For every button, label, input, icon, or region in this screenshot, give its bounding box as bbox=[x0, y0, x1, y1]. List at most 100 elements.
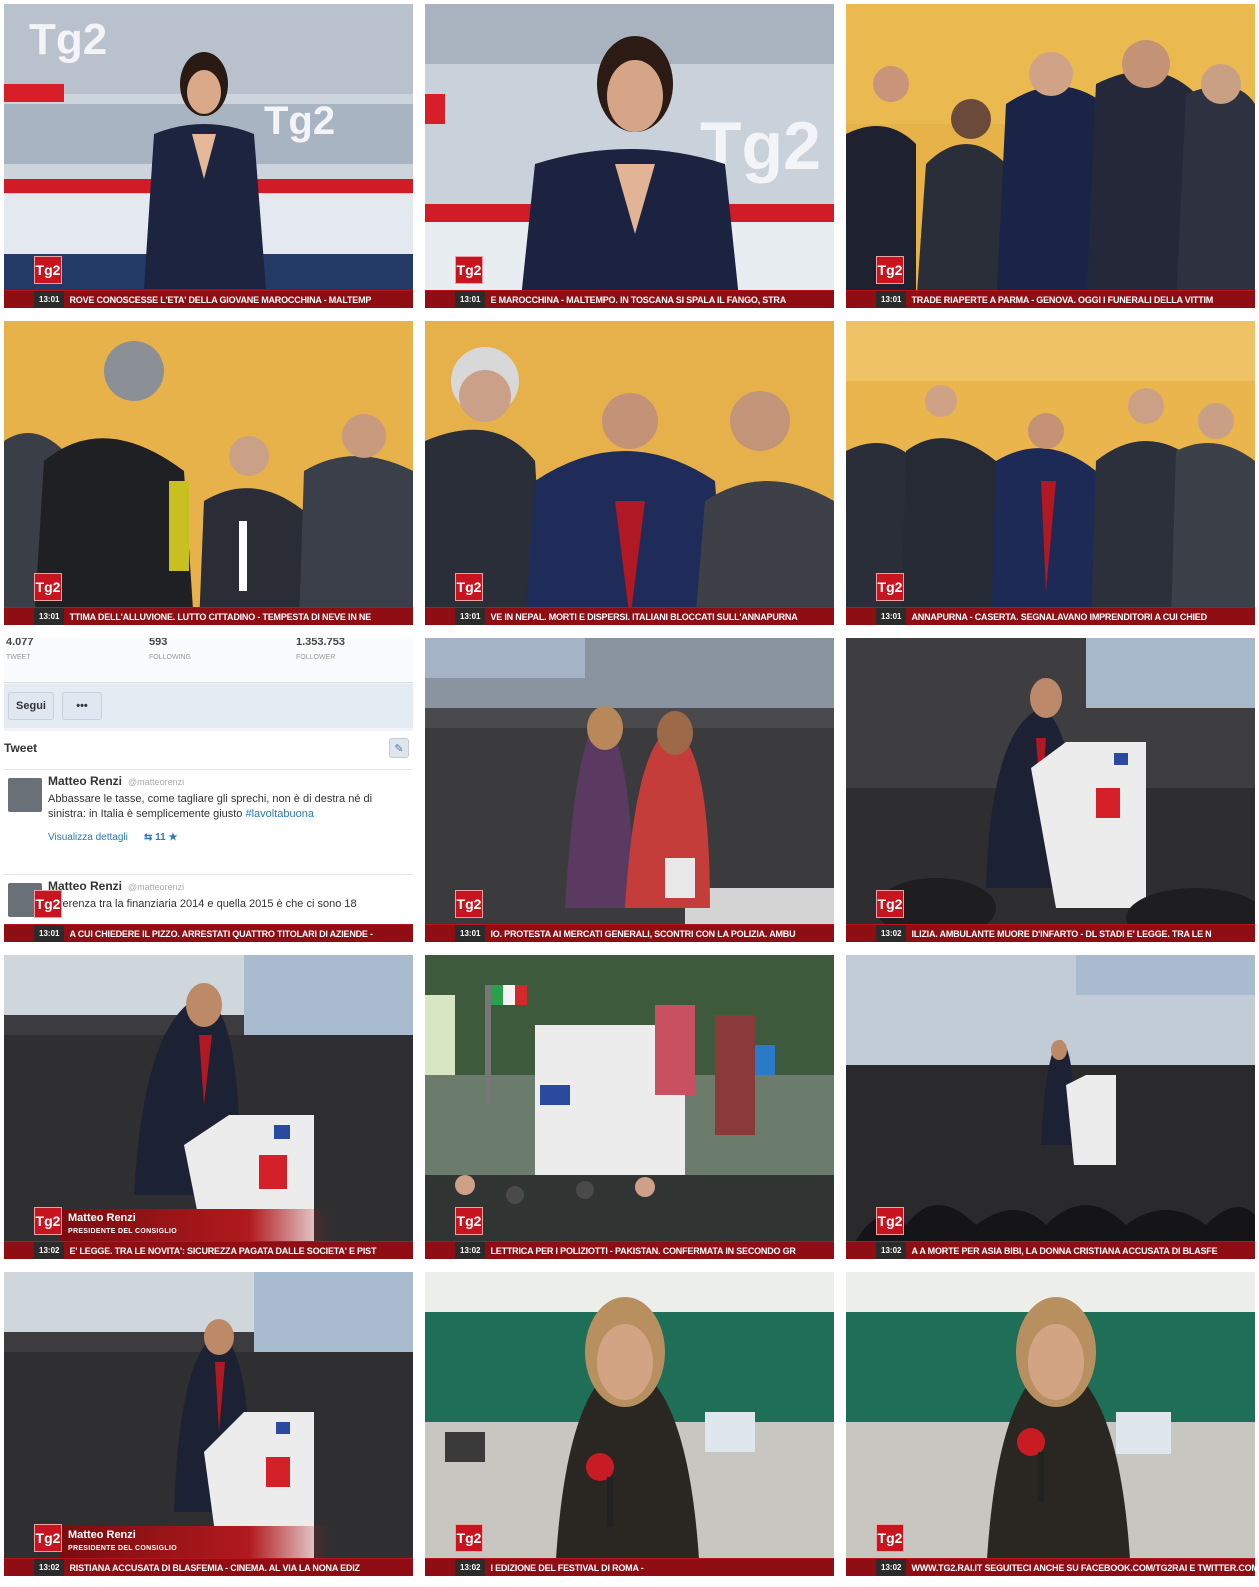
ticker-text: ANNAPURNA - CASERTA. SEGNALAVANO IMPREND… bbox=[911, 611, 1207, 622]
ticker-text: A CUI CHIEDERE IL PIZZO. ARRESTATI QUATT… bbox=[69, 928, 373, 939]
tweet-author: Matteo Renzi bbox=[48, 774, 123, 788]
tg2-logo: Tg2 bbox=[34, 573, 62, 601]
news-ticker: 13:01 E MAROCCHINA - MALTEMPO. IN TOSCAN… bbox=[425, 290, 834, 308]
news-ticker: 13:02 WWW.TG2.RAI.IT SEGUITECI ANCHE SU … bbox=[846, 1558, 1255, 1576]
lower-third: Matteo Renzi PRESIDENTE DEL CONSIGLIO bbox=[60, 1526, 330, 1558]
tg2-logo: Tg2 bbox=[34, 1524, 62, 1552]
profile-stats: 4.077 TWEET 593 FOLLOWING 1.353.753 FOLL… bbox=[4, 638, 413, 683]
tg2-logo: Tg2 bbox=[455, 1524, 483, 1552]
frame-crowd-1: Tg2 13:01 TRADE RIAPERTE A PARMA - GENOV… bbox=[846, 4, 1255, 308]
ticker-text: TTIMA DELL'ALLUVIONE. LUTTO CITTADINO - … bbox=[69, 611, 372, 622]
frame-podium-1: Tg2 13:02 ILIZIA. AMBULANTE MUORE D'INFA… bbox=[846, 638, 1255, 942]
news-ticker: 13:01 TTIMA DELL'ALLUVIONE. LUTTO CITTAD… bbox=[4, 607, 413, 625]
ticker-time: 13:01 bbox=[34, 291, 65, 308]
ticker-time: 13:02 bbox=[876, 925, 907, 942]
tweet-item[interactable]: Matteo Renzi @matteorenzi Abbassare le ta… bbox=[4, 770, 413, 875]
frame-crowd-2: Tg2 13:01 TTIMA DELL'ALLUVIONE. LUTTO CI… bbox=[4, 321, 413, 625]
twitter-profile: 4.077 TWEET 593 FOLLOWING 1.353.753 FOLL… bbox=[4, 638, 413, 942]
news-ticker: 13:01 ROVE CONOSCESSE L'ETA' DELLA GIOVA… bbox=[4, 290, 413, 308]
tg2-logo: Tg2 bbox=[876, 1524, 904, 1552]
tg2-logo: Tg2 bbox=[876, 1207, 904, 1235]
studio-scene: Tg2 Tg2 bbox=[4, 4, 413, 308]
news-ticker: 13:02 A A MORTE PER ASIA BIBI, LA DONNA … bbox=[846, 1241, 1255, 1259]
ticker-time: 13:01 bbox=[34, 608, 65, 625]
ticker-time: 13:01 bbox=[876, 608, 907, 625]
frame-podium-3: Matteo Renzi PRESIDENTE DEL CONSIGLIO Tg… bbox=[4, 1272, 413, 1576]
studio-scene: Tg2 bbox=[425, 4, 834, 308]
tweets-header: Tweet bbox=[4, 731, 413, 770]
tg2-logo: Tg2 bbox=[455, 256, 483, 284]
ticker-text: A A MORTE PER ASIA BIBI, LA DONNA CRISTI… bbox=[911, 1245, 1218, 1256]
news-ticker: 13:01 IO. PROTESTA AI MERCATI GENERALI, … bbox=[425, 924, 834, 942]
news-ticker: 13:02 E' LEGGE. TRA LE NOVITA': SICUREZZ… bbox=[4, 1241, 413, 1259]
stat-followers-label: FOLLOWER bbox=[296, 654, 336, 661]
lower-third-name: Matteo Renzi bbox=[68, 1529, 136, 1541]
news-ticker: 13:02 LETTRICA PER I POLIZIOTTI - PAKIST… bbox=[425, 1241, 834, 1259]
tg2-logo: Tg2 bbox=[34, 890, 62, 918]
ticker-time: 13:01 bbox=[455, 608, 486, 625]
tweet-handle: @matteorenzi bbox=[128, 882, 185, 892]
lower-third-role: PRESIDENTE DEL CONSIGLIO bbox=[68, 1545, 177, 1552]
watermark-1: Tg2 bbox=[29, 15, 107, 64]
frame-crowd-4: Tg2 13:01 ANNAPURNA - CASERTA. SEGNALAVA… bbox=[846, 321, 1255, 625]
ticker-time: 13:02 bbox=[455, 1242, 486, 1259]
news-ticker: 13:02 I EDIZIONE DEL FESTIVAL DI ROMA - bbox=[425, 1558, 834, 1576]
more-button[interactable]: ••• bbox=[62, 692, 102, 720]
tweet-handle: @matteorenzi bbox=[128, 777, 185, 787]
crowd-scene bbox=[846, 321, 1255, 625]
pressroom-scene bbox=[425, 1272, 834, 1576]
ticker-text: VE IN NEPAL. MORTI E DISPERSI. ITALIANI … bbox=[490, 611, 798, 622]
ticker-time: 13:01 bbox=[34, 925, 65, 942]
news-ticker: 13:02 RISTIANA ACCUSATA DI BLASFEMIA - C… bbox=[4, 1558, 413, 1576]
frame-reporter-2: Tg2 13:02 WWW.TG2.RAI.IT SEGUITECI ANCHE… bbox=[846, 1272, 1255, 1576]
ticker-text: ROVE CONOSCESSE L'ETA' DELLA GIOVANE MAR… bbox=[69, 294, 372, 305]
news-ticker: 13:01 VE IN NEPAL. MORTI E DISPERSI. ITA… bbox=[425, 607, 834, 625]
ticker-text: I EDIZIONE DEL FESTIVAL DI ROMA - bbox=[490, 1562, 644, 1573]
tweet-text: Abbassare le tasse, come tagliare gli sp… bbox=[48, 793, 373, 820]
ticker-text: WWW.TG2.RAI.IT SEGUITECI ANCHE SU FACEBO… bbox=[911, 1562, 1255, 1573]
ticker-time: 13:01 bbox=[455, 291, 486, 308]
crowd-scene bbox=[4, 321, 413, 625]
tg2-logo: Tg2 bbox=[455, 1207, 483, 1235]
stat-followers: 1.353.753 bbox=[296, 638, 345, 648]
view-details-link[interactable]: Visualizza dettagli bbox=[48, 832, 128, 843]
podium-scene bbox=[846, 638, 1255, 942]
news-ticker: 13:01 A CUI CHIEDERE IL PIZZO. ARRESTATI… bbox=[4, 924, 413, 942]
retweet-count[interactable]: ⇆ 11 ★ bbox=[144, 832, 177, 843]
frame-exterior: Tg2 13:02 LETTRICA PER I POLIZIOTTI - PA… bbox=[425, 955, 834, 1259]
stat-tweets-label: TWEET bbox=[6, 654, 31, 661]
avatar bbox=[8, 778, 42, 812]
tweet-text: differenza tra la finanziaria 2014 e que… bbox=[48, 898, 357, 910]
ticker-text: RISTIANA ACCUSATA DI BLASFEMIA - CINEMA.… bbox=[69, 1562, 360, 1573]
stat-following-label: FOLLOWING bbox=[149, 654, 192, 661]
pressroom-scene bbox=[846, 1272, 1255, 1576]
ticker-text: IO. PROTESTA AI MERCATI GENERALI, SCONTR… bbox=[490, 928, 796, 939]
frame-reporter-1: Tg2 13:02 I EDIZIONE DEL FESTIVAL DI ROM… bbox=[425, 1272, 834, 1576]
ticker-time: 13:02 bbox=[876, 1242, 907, 1259]
crowd-scene bbox=[846, 4, 1255, 308]
ticker-text: E MAROCCHINA - MALTEMPO. IN TOSCANA SI S… bbox=[490, 294, 787, 305]
frame-conference-1: Tg2 13:01 IO. PROTESTA AI MERCATI GENERA… bbox=[425, 638, 834, 942]
ticker-text: LETTRICA PER I POLIZIOTTI - PAKISTAN. CO… bbox=[490, 1245, 796, 1256]
svg-text:Tg2: Tg2 bbox=[264, 99, 335, 143]
ticker-time: 13:01 bbox=[876, 291, 907, 308]
lower-third: Matteo Renzi PRESIDENTE DEL CONSIGLIO bbox=[60, 1209, 330, 1241]
ticker-text: ILIZIA. AMBULANTE MUORE D'INFARTO - DL S… bbox=[911, 928, 1212, 939]
frame-podium-2: Matteo Renzi PRESIDENTE DEL CONSIGLIO Tg… bbox=[4, 955, 413, 1259]
hall-scene bbox=[846, 955, 1255, 1259]
frame-crowd-3: Tg2 13:01 VE IN NEPAL. MORTI E DISPERSI.… bbox=[425, 321, 834, 625]
follow-button[interactable]: Segui bbox=[8, 692, 54, 720]
conference-scene bbox=[425, 638, 834, 942]
news-ticker: 13:02 ILIZIA. AMBULANTE MUORE D'INFARTO … bbox=[846, 924, 1255, 942]
news-ticker: 13:01 TRADE RIAPERTE A PARMA - GENOVA. O… bbox=[846, 290, 1255, 308]
tweets-title: Tweet bbox=[4, 741, 38, 755]
ticker-time: 13:02 bbox=[34, 1559, 65, 1576]
ticker-time: 13:01 bbox=[455, 925, 486, 942]
tg2-logo: Tg2 bbox=[876, 256, 904, 284]
compose-icon[interactable]: ✎ bbox=[389, 738, 409, 758]
stat-following: 593 bbox=[149, 638, 168, 648]
tg2-logo: Tg2 bbox=[34, 256, 62, 284]
ticker-time: 13:02 bbox=[455, 1559, 486, 1576]
hashtag-link[interactable]: #lavoltabuona bbox=[246, 808, 315, 820]
frame-hall: Tg2 13:02 A A MORTE PER ASIA BIBI, LA DO… bbox=[846, 955, 1255, 1259]
